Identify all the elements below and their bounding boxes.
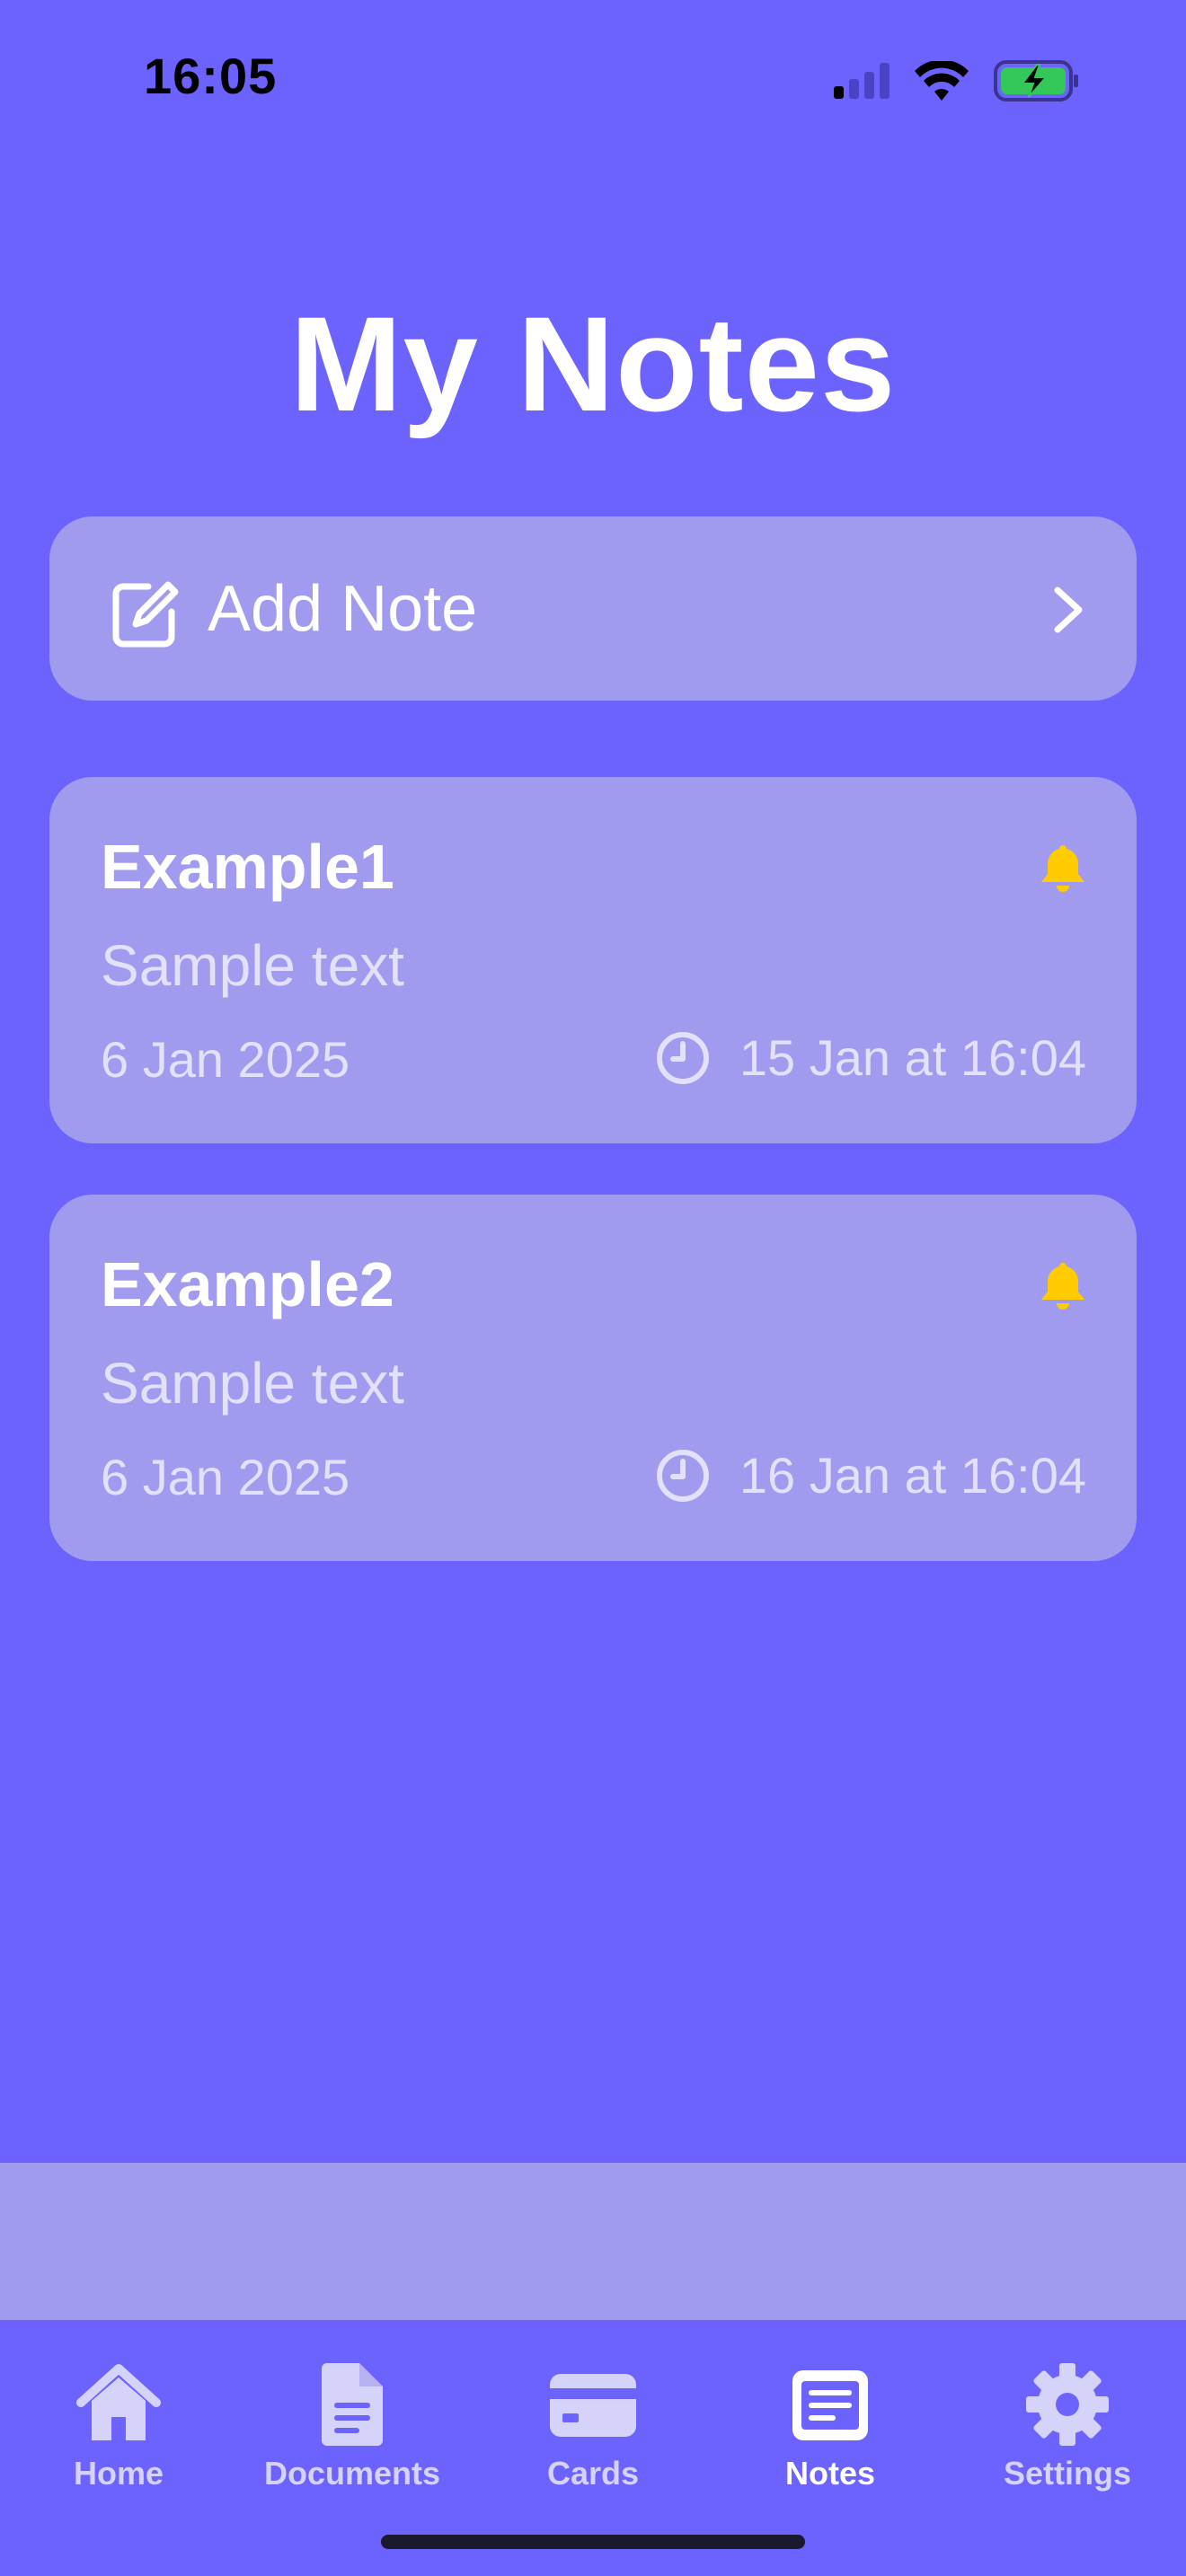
compose-icon: [112, 581, 179, 648]
tab-settings[interactable]: Settings: [949, 2340, 1186, 2519]
add-note-label: Add Note: [208, 573, 478, 645]
house-icon: [76, 2364, 161, 2440]
note-reminder: 15 Jan at 16:04: [655, 1028, 1086, 1088]
wifi-icon: [915, 61, 969, 101]
note-date: 6 Jan 2025: [101, 1449, 350, 1505]
note-body: Sample text: [101, 1351, 404, 1416]
page-title: My Notes: [289, 288, 897, 439]
note-card[interactable]: Example2 Sample text 6 Jan 2025 16 Jan a…: [49, 1195, 1137, 1561]
battery-charging-icon: [994, 60, 1078, 101]
note-title: Example1: [101, 832, 394, 902]
tab-label: Settings: [1003, 2455, 1131, 2492]
clock-icon: [656, 1032, 709, 1084]
note-date: 6 Jan 2025: [101, 1031, 350, 1088]
chevron-right-icon: [1054, 587, 1083, 633]
clock-icon: [656, 1450, 709, 1502]
status-bar: 16:05: [0, 0, 1186, 162]
tab-home[interactable]: Home: [0, 2340, 237, 2519]
bell-icon[interactable]: [1040, 1261, 1086, 1311]
note-reminder-time: 16 Jan at 16:04: [739, 1447, 1086, 1504]
document-icon: [322, 2363, 383, 2446]
note-reminder-time: 15 Jan at 16:04: [739, 1029, 1086, 1086]
tab-label: Home: [73, 2455, 164, 2492]
banner-strip: [0, 2163, 1186, 2320]
status-time: 16:05: [144, 48, 278, 104]
tab-cards[interactable]: Cards: [474, 2340, 712, 2519]
credit-card-icon: [550, 2374, 636, 2437]
note-reminder: 16 Jan at 16:04: [655, 1446, 1086, 1505]
note-body: Sample text: [101, 933, 404, 998]
status-icons: [834, 56, 1080, 106]
add-note-button[interactable]: Add Note: [49, 516, 1137, 701]
bell-icon[interactable]: [1040, 843, 1086, 894]
tab-documents[interactable]: Documents: [234, 2340, 471, 2519]
tab-label: Cards: [546, 2455, 640, 2492]
tab-notes[interactable]: Notes: [712, 2340, 949, 2519]
tab-label: Notes: [784, 2455, 876, 2492]
notes-icon: [792, 2370, 868, 2440]
note-card[interactable]: Example1 Sample text 6 Jan 2025 15 Jan a…: [49, 777, 1137, 1143]
gear-icon: [1026, 2363, 1109, 2446]
cellular-signal-icon: [834, 63, 890, 99]
tab-label: Documents: [263, 2455, 441, 2492]
note-title: Example2: [101, 1249, 394, 1319]
home-indicator[interactable]: [381, 2535, 805, 2549]
